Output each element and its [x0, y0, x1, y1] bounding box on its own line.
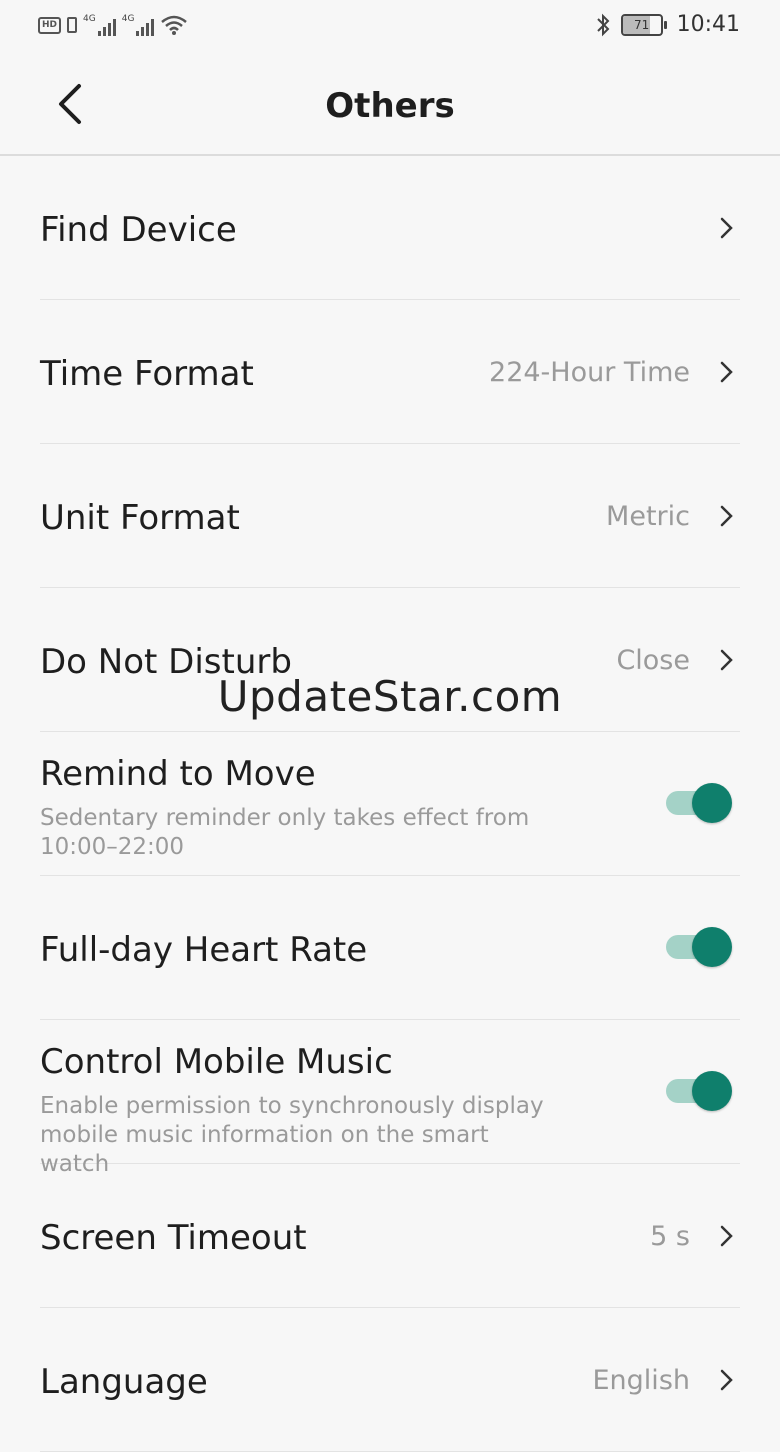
chevron-right-icon: [720, 361, 733, 383]
time-format-row[interactable]: Time Format 224-Hour Time: [40, 300, 740, 444]
setting-value: English: [592, 1365, 691, 1396]
status-bar: HD 4G 4G 71 10:41: [0, 0, 780, 56]
remind-to-move-row: Remind to Move Sedentary reminder only t…: [40, 732, 740, 876]
network-type-1: 4G: [83, 14, 96, 24]
language-row[interactable]: Language English: [40, 1308, 740, 1452]
setting-value: Metric: [606, 501, 690, 532]
setting-value: 224-Hour Time: [489, 357, 690, 388]
signal-icon-1: 4G: [83, 14, 116, 36]
setting-label: Control Mobile Music: [40, 1042, 393, 1082]
clock: 10:41: [676, 12, 740, 37]
status-left: HD 4G 4G: [38, 14, 188, 36]
mobile-music-toggle[interactable]: [664, 1071, 732, 1111]
network-type-2: 4G: [121, 14, 135, 24]
setting-value: Close: [616, 645, 690, 676]
setting-label: Screen Timeout: [40, 1218, 307, 1258]
battery-icon: 71: [620, 13, 667, 36]
heart-rate-toggle[interactable]: [664, 927, 732, 967]
chevron-right-icon: [720, 217, 733, 239]
chevron-right-icon: [720, 505, 733, 527]
wifi-icon: [161, 15, 188, 35]
setting-label: Unit Format: [40, 498, 240, 538]
full-day-heart-rate-row: Full-day Heart Rate: [40, 876, 740, 1020]
chevron-right-icon: [720, 1225, 733, 1247]
control-mobile-music-row: Control Mobile Music Enable permission t…: [40, 1020, 740, 1177]
settings-list: Find Device Time Format 224-Hour Time Un…: [0, 156, 780, 1452]
page-title: Others: [325, 86, 455, 126]
find-device-row[interactable]: Find Device: [40, 156, 740, 300]
remind-to-move-toggle[interactable]: [664, 783, 732, 823]
chevron-right-icon: [720, 649, 733, 671]
setting-label: Do Not Disturb: [40, 642, 292, 682]
setting-label: Remind to Move: [40, 754, 316, 794]
setting-label: Language: [40, 1362, 208, 1402]
signal-icon-2: 4G: [122, 14, 155, 36]
unit-format-row[interactable]: Unit Format Metric: [40, 444, 740, 588]
setting-label: Full-day Heart Rate: [40, 930, 368, 970]
setting-label: Find Device: [40, 210, 237, 250]
setting-value: 5 s: [650, 1221, 690, 1252]
setting-label: Time Format: [40, 354, 254, 394]
hd-badge: HD: [38, 16, 62, 34]
chevron-right-icon: [720, 1369, 733, 1391]
status-right: 71 10:41: [595, 12, 740, 37]
battery-level: 71: [633, 17, 650, 32]
do-not-disturb-row[interactable]: Do Not Disturb Close: [40, 588, 740, 732]
app-bar: Others: [0, 56, 780, 156]
bluetooth-icon: [596, 13, 610, 36]
screen-timeout-row[interactable]: Screen Timeout 5 s: [40, 1164, 740, 1308]
setting-description: Sedentary reminder only takes effect fro…: [40, 805, 530, 860]
sim-icon: [67, 17, 78, 33]
